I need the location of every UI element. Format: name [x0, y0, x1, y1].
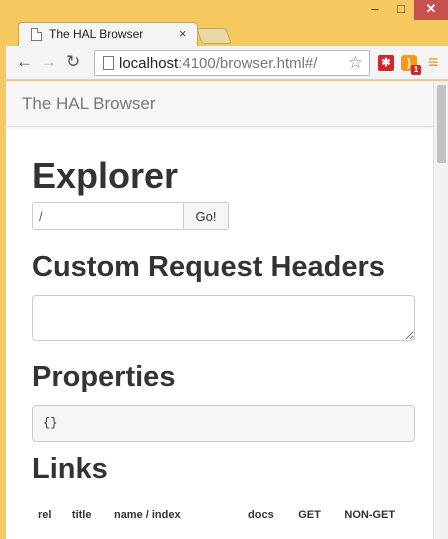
- tab-strip: The HAL Browser × – □ ✕: [0, 0, 448, 46]
- maximize-button[interactable]: □: [388, 0, 414, 20]
- address-bar[interactable]: localhost:4100/browser.html#/ ☆: [94, 50, 370, 76]
- column-header-docs: docs: [248, 509, 274, 521]
- vertical-scrollbar[interactable]: [433, 81, 448, 539]
- rss-icon[interactable]: ) 1: [401, 55, 421, 75]
- column-header-title: title: [71, 509, 92, 521]
- properties-heading: Properties: [32, 361, 176, 393]
- page-icon: [103, 56, 114, 70]
- reload-icon[interactable]: ↻: [66, 52, 80, 72]
- tab-title: The HAL Browser: [49, 27, 144, 41]
- menu-icon[interactable]: ≡: [428, 52, 439, 72]
- browser-toolbar: ← → ↻ localhost:4100/browser.html#/ ☆ ✱ …: [6, 46, 448, 80]
- extension-icon[interactable]: ✱: [378, 55, 394, 71]
- column-header-rel: rel: [38, 509, 52, 521]
- custom-headers-heading: Custom Request Headers: [32, 251, 385, 283]
- forward-icon[interactable]: →: [40, 52, 57, 72]
- properties-box: {}: [32, 405, 415, 442]
- go-button[interactable]: Go!: [183, 202, 229, 230]
- links-table: rel title name / index docs GET NON-GET: [32, 505, 422, 525]
- tab-close-icon[interactable]: ×: [179, 26, 187, 41]
- column-header-non-get: NON-GET: [344, 509, 396, 521]
- browser-tab[interactable]: The HAL Browser ×: [18, 22, 198, 46]
- minimize-button[interactable]: –: [362, 0, 388, 20]
- page-viewport: The HAL Browser Explorer Go! Custom Requ…: [6, 81, 448, 539]
- scrollbar-thumb[interactable]: [437, 85, 446, 163]
- custom-headers-textarea[interactable]: [32, 295, 415, 341]
- new-tab-button[interactable]: [196, 28, 232, 44]
- star-icon[interactable]: ☆: [348, 53, 363, 73]
- page-icon: [31, 28, 42, 41]
- links-header-row: rel title name / index docs GET NON-GET: [32, 505, 422, 525]
- url-text[interactable]: localhost:4100/browser.html#/: [119, 55, 317, 72]
- url-host: localhost: [119, 55, 179, 72]
- back-icon[interactable]: ←: [16, 52, 33, 72]
- app-navbar: The HAL Browser: [6, 81, 433, 127]
- column-header-name-index: name / index: [113, 509, 181, 521]
- links-heading: Links: [32, 453, 108, 485]
- column-header-get: GET: [298, 509, 321, 521]
- brand-link[interactable]: The HAL Browser: [22, 94, 156, 114]
- close-window-button[interactable]: ✕: [414, 0, 448, 20]
- explorer-heading: Explorer: [32, 155, 179, 196]
- rss-badge: 1: [411, 65, 421, 75]
- explorer-url-input[interactable]: [32, 202, 184, 230]
- browser-window: The HAL Browser × – □ ✕ ← → ↻ localhost:…: [0, 0, 448, 539]
- url-path: :4100/browser.html#/: [178, 55, 318, 72]
